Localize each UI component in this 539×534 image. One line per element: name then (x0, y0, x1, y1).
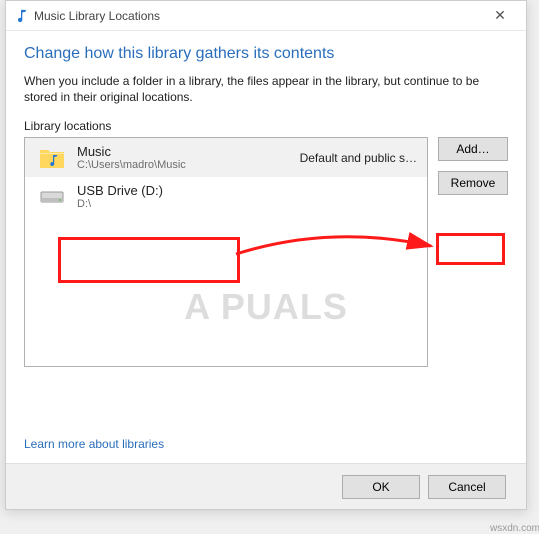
close-button[interactable]: ✕ (480, 1, 520, 31)
titlebar: Music Library Locations ✕ (6, 1, 526, 31)
ok-button[interactable]: OK (342, 475, 420, 499)
row-path: C:\Users\madro\Music (77, 159, 186, 171)
learn-more-link[interactable]: Learn more about libraries (24, 437, 164, 451)
close-icon: ✕ (494, 7, 506, 24)
row-title: USB Drive (D:) (77, 183, 163, 198)
row-badge: Default and public s… (300, 151, 417, 165)
row-title: Music (77, 144, 186, 159)
remove-button[interactable]: Remove (438, 171, 508, 195)
library-location-music-row[interactable]: Music C:\Users\madro\Music Default and p… (25, 138, 427, 177)
page-heading: Change how this library gathers its cont… (24, 45, 508, 63)
window-title: Music Library Locations (34, 9, 480, 23)
add-button[interactable]: Add… (438, 137, 508, 161)
source-caption: wsxdn.com (490, 523, 539, 534)
folder-music-icon (35, 147, 69, 169)
dialog-window: Music Library Locations ✕ Change how thi… (5, 0, 527, 510)
row-path: D:\ (77, 198, 163, 210)
dialog-footer: OK Cancel (6, 463, 526, 509)
library-locations-listbox[interactable]: Music C:\Users\madro\Music Default and p… (24, 137, 428, 367)
locations-label: Library locations (24, 119, 508, 133)
music-note-icon (14, 9, 28, 23)
drive-icon (35, 188, 69, 206)
cancel-button[interactable]: Cancel (428, 475, 506, 499)
library-location-usb-row[interactable]: USB Drive (D:) D:\ (25, 177, 427, 216)
page-description: When you include a folder in a library, … (24, 73, 508, 105)
content-area: Change how this library gathers its cont… (6, 31, 526, 463)
